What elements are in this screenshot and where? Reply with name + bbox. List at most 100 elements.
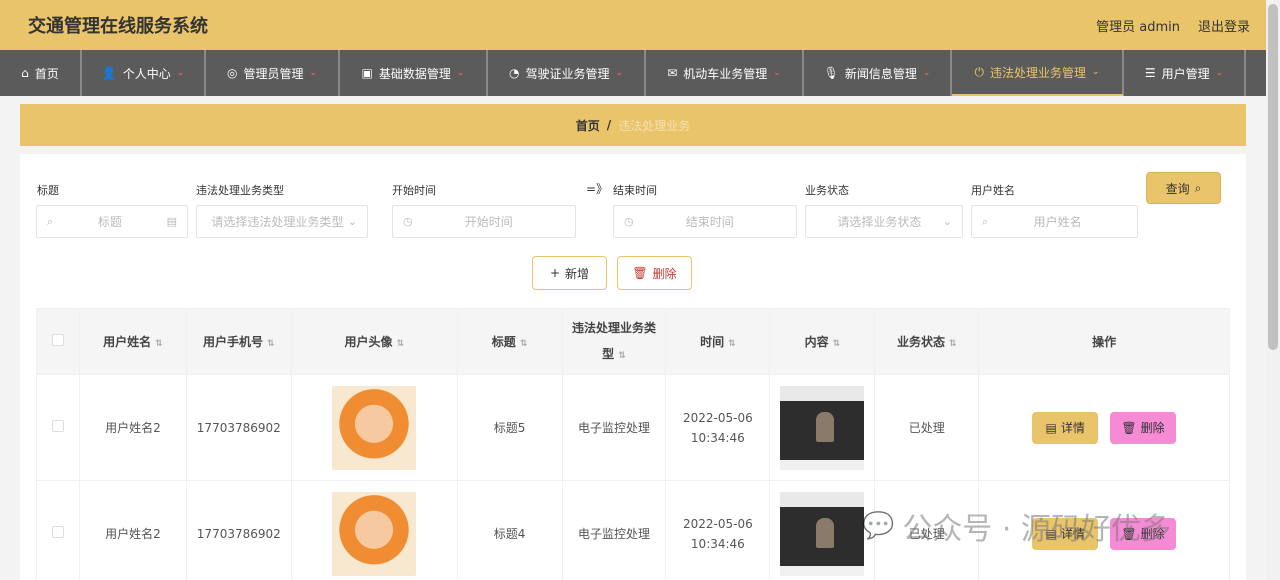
chevron-down-icon: ⌄ (1215, 68, 1224, 78)
row-select-cell[interactable] (36, 374, 80, 481)
page-scrollbar[interactable] (1266, 0, 1280, 580)
title-search-input[interactable]: ⌕ 标题 ▤ (36, 205, 188, 238)
nav-item-label: 个人中心 (122, 66, 171, 81)
col-header-text: 标题 (491, 335, 516, 349)
col-header-text: 用户头像 (344, 335, 393, 349)
app-header: 交通管理在线服务系统 管理员 admin 退出登录 (0, 0, 1280, 50)
cell-avatar (290, 374, 458, 481)
trash-icon: 🗑 (1121, 420, 1137, 435)
start-placeholder: 开始时间 (464, 215, 513, 229)
document-icon: ▤ (1045, 420, 1057, 435)
detail-button[interactable]: ▤ 详情 (1032, 411, 1099, 444)
row-delete-button[interactable]: 🗑 删除 (1110, 411, 1176, 444)
nav-item-base-data[interactable]: ▣ 基础数据管理 ⌄ (340, 50, 488, 96)
col-header-type[interactable]: 违法处理业务类型 ⇅ (561, 308, 667, 375)
query-button-label: 查询 (1165, 181, 1190, 196)
username-search-input[interactable]: ⌕ 用户姓名 (971, 205, 1138, 238)
scrollbar-thumb[interactable] (1268, 4, 1278, 350)
status-select[interactable]: 请选择业务状态 ⌄ (805, 205, 963, 238)
query-button[interactable]: 查询 ⌕ (1146, 172, 1221, 204)
title-filter-label: 标题 (37, 184, 59, 197)
status-placeholder: 请选择业务状态 (837, 215, 922, 229)
cell-title: 标题5 (456, 374, 563, 481)
breadcrumb: 首页 / 违法处理业务 (20, 104, 1246, 146)
nav-item-vehicle-business[interactable]: ✉ 机动车业务管理 ⌄ (646, 50, 804, 96)
nav-item-personal-center[interactable]: 👤 个人中心 ⌄ (82, 50, 206, 96)
add-button-label: 新增 (565, 266, 590, 281)
clock-icon: ◷ (624, 215, 634, 228)
chevron-down-icon: ⌄ (456, 68, 465, 78)
chevron-down-icon: ⌄ (347, 215, 357, 228)
home-icon: ⌂ (21, 66, 29, 80)
col-header-title[interactable]: 标题 ⇅ (456, 308, 563, 375)
sort-icon[interactable]: ⇅ (728, 339, 736, 349)
type-placeholder: 请选择违法处理业务类型 (211, 215, 344, 229)
col-header-text: 操作 (1092, 335, 1117, 349)
cell-phone: 17703786902 (185, 374, 292, 481)
content-video-thumbnail[interactable] (780, 491, 865, 576)
sort-icon[interactable]: ⇅ (949, 339, 957, 349)
col-header-time[interactable]: 时间 ⇅ (665, 308, 771, 375)
nav-item-user-management[interactable]: ☰ 用户管理 ⌄ (1124, 50, 1246, 96)
col-header-phone[interactable]: 用户手机号 ⇅ (185, 308, 292, 375)
nav-item-license-business[interactable]: ◔ 驾驶证业务管理 ⌄ (488, 50, 646, 96)
cell-time: 2022-05-06 10:34:46 (665, 480, 771, 580)
time-text: 2022-05-06 10:34:46 (683, 410, 753, 445)
data-icon: ▣ (361, 66, 373, 80)
col-header-text: 时间 (700, 335, 725, 349)
sort-icon[interactable]: ⇅ (618, 351, 626, 361)
row-select-cell[interactable] (36, 480, 80, 580)
row-checkbox[interactable] (51, 420, 64, 432)
type-filter-label: 违法处理业务类型 (196, 184, 284, 197)
delete-label: 删除 (1140, 421, 1165, 435)
watermark-text: 公众号 · 源码好优多 (902, 512, 1171, 547)
end-placeholder: 结束时间 (685, 215, 734, 229)
sort-icon[interactable]: ⇅ (833, 339, 841, 349)
cell-username: 用户姓名2 (78, 480, 187, 580)
start-time-label: 开始时间 (392, 184, 436, 197)
nav-item-label: 用户管理 (1161, 66, 1210, 81)
logout-link[interactable]: 退出登录 (1198, 16, 1250, 35)
add-button[interactable]: + 新增 (532, 256, 607, 290)
clear-icon: ▤ (166, 215, 177, 228)
start-time-picker[interactable]: ◷ 开始时间 (392, 205, 576, 238)
nav-item-home[interactable]: ⌂ 首页 (0, 50, 82, 96)
sort-icon[interactable]: ⇅ (267, 339, 275, 349)
nav-item-label: 驾驶证业务管理 (525, 66, 610, 81)
select-all-cell[interactable] (36, 308, 80, 375)
sort-icon[interactable]: ⇅ (155, 339, 163, 349)
content-video-thumbnail[interactable] (780, 385, 865, 470)
header-user-area: 管理员 admin 退出登录 (1096, 16, 1250, 35)
end-time-label: 结束时间 (613, 184, 657, 197)
col-header-username[interactable]: 用户姓名 ⇅ (78, 308, 187, 375)
app-title: 交通管理在线服务系统 (28, 16, 208, 37)
chevron-down-icon: ⌄ (309, 68, 318, 78)
nav-item-violation-business[interactable]: ⏻ 违法处理业务管理 ⌄ (952, 50, 1124, 96)
nav-item-admin-management[interactable]: ◎ 管理员管理 ⌄ (206, 50, 340, 96)
col-header-actions: 操作 (978, 308, 1230, 375)
type-select[interactable]: 请选择违法处理业务类型 ⌄ (196, 205, 368, 238)
col-header-text: 业务状态 (896, 335, 945, 349)
nav-item-news[interactable]: 🎙 新闻信息管理 ⌄ (804, 50, 952, 96)
col-header-content[interactable]: 内容 ⇅ (769, 308, 876, 375)
cell-content (769, 480, 876, 580)
row-checkbox[interactable] (51, 526, 64, 538)
col-header-status[interactable]: 业务状态 ⇅ (874, 308, 980, 375)
sort-icon[interactable]: ⇅ (396, 339, 404, 349)
breadcrumb-home[interactable]: 首页 (576, 117, 600, 134)
end-time-picker[interactable]: ◷ 结束时间 (613, 205, 797, 238)
cell-username: 用户姓名2 (78, 374, 187, 481)
search-icon: ⌕ (1194, 180, 1202, 195)
list-icon: ☰ (1144, 66, 1156, 80)
watermark: 💬 公众号 · 源码好优多 (862, 504, 1171, 548)
breadcrumb-current: 违法处理业务 (618, 118, 691, 133)
clock-icon: ◷ (403, 215, 413, 228)
batch-delete-button[interactable]: 🗑 删除 (617, 256, 692, 290)
sort-icon[interactable]: ⇅ (520, 339, 528, 349)
nav-item-label: 新闻信息管理 (844, 66, 917, 81)
select-all-checkbox[interactable] (51, 334, 64, 346)
table-header-row: 用户姓名 ⇅ 用户手机号 ⇅ 用户头像 ⇅ 标题 ⇅ 违法处理业务类型 ⇅ 时间 ⇅ 内容 ⇅… (36, 308, 1230, 375)
col-header-avatar[interactable]: 用户头像 ⇅ (290, 308, 458, 375)
username-filter-label: 用户姓名 (971, 184, 1015, 197)
mail-icon: ✉ (667, 66, 678, 80)
